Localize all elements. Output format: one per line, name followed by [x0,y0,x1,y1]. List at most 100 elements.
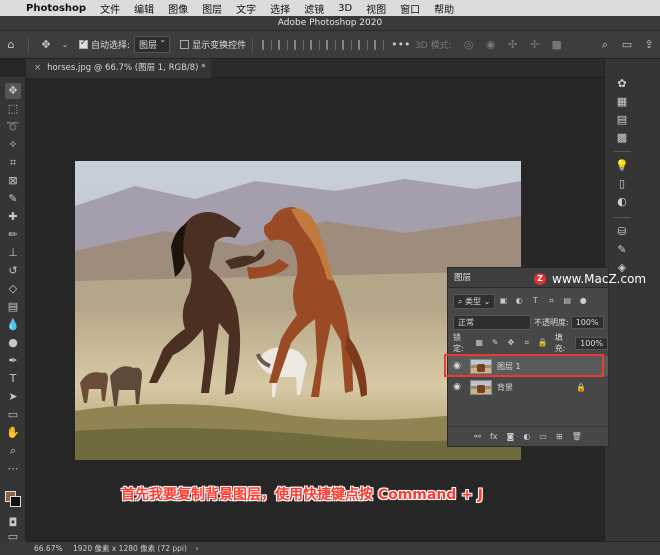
menu-type[interactable]: 文字 [229,1,263,16]
learn-panel-icon[interactable]: 💡 [615,159,629,173]
patterns-panel-icon[interactable]: ▩ [615,131,629,145]
app-menu[interactable]: Photoshop [22,3,93,14]
gradient-tool-icon[interactable]: ▤ [5,299,21,315]
align-middle-icon[interactable] [326,39,337,50]
eye-icon[interactable]: ◉ [448,382,466,392]
close-icon[interactable]: × [34,63,41,73]
libraries-panel-icon[interactable]: ▯ [615,177,629,191]
rectangle-tool-icon[interactable]: ▭ [5,407,21,423]
align-left-icon[interactable] [262,39,273,50]
align-right-icon[interactable] [294,39,305,50]
menu-layer[interactable]: 图层 [195,1,229,16]
filter-pixel-icon[interactable]: ▣ [498,296,508,306]
link-layers-icon[interactable]: ⚯ [474,432,481,441]
distribute-vertical-icon[interactable] [374,39,385,50]
scale-3d-icon[interactable]: ■ [550,38,564,52]
eyedropper-icon[interactable]: ✎ [5,191,21,207]
slide-3d-icon[interactable]: ✢ [528,38,542,52]
pan-3d-icon[interactable]: ✣ [506,38,520,52]
distribute-icon[interactable] [358,39,369,50]
zoom-level[interactable]: 66.67% [34,544,63,553]
layer-filter-dropdown[interactable]: ⌕ 类型 ⌄ [453,293,496,309]
eraser-tool-icon[interactable]: ◇ [5,281,21,297]
filter-toggle-icon[interactable]: ● [578,296,588,306]
auto-select-checkbox[interactable] [79,38,88,49]
pen-tool-icon[interactable]: ✒ [5,353,21,369]
screen-mode-icon[interactable]: ▭ [5,531,21,542]
filter-adjustment-icon[interactable]: ◐ [514,296,524,306]
align-top-icon[interactable] [310,39,321,50]
dodge-tool-icon[interactable]: ● [5,335,21,351]
align-bottom-icon[interactable] [342,39,353,50]
more-options-icon[interactable]: ••• [391,38,410,52]
quick-mask-icon[interactable]: ◘ [5,515,21,531]
blur-tool-icon[interactable]: 💧 [5,317,21,333]
layer-row-background[interactable]: ◉ 背景 🔒 [448,377,608,397]
filter-shape-icon[interactable]: ⌗ [546,296,556,306]
align-center-icon[interactable] [278,39,289,50]
lock-artboard-icon[interactable]: ⌗ [522,338,532,348]
zoom-tool-icon[interactable]: ⌕ [5,443,21,459]
chevron-down-icon[interactable]: ⌄ [61,38,69,52]
paths-panel-icon[interactable]: ✎ [615,243,629,257]
lasso-tool-icon[interactable]: ➰ [5,119,21,135]
layer-filter-kind: 类型 [465,296,482,306]
adjustments-panel-icon[interactable]: ◐ [615,195,629,209]
menu-image[interactable]: 图像 [161,1,195,16]
divider [28,36,29,53]
filter-type-icon[interactable]: T [530,296,540,306]
more-tools-icon[interactable]: ⋯ [5,461,21,477]
menu-help[interactable]: 帮助 [427,1,461,16]
clone-stamp-icon[interactable]: ⊥ [5,245,21,261]
gradients-panel-icon[interactable]: ▤ [615,113,629,127]
healing-brush-icon[interactable]: ✚ [5,209,21,225]
menu-select[interactable]: 选择 [263,1,297,16]
lock-image-icon[interactable]: ✎ [490,338,500,348]
swatches-panel-icon[interactable]: ▦ [615,95,629,109]
layer-style-icon[interactable]: fx [490,432,498,441]
magic-wand-icon[interactable]: ✧ [5,137,21,153]
home-icon[interactable]: ⌂ [4,38,18,52]
document-tab[interactable]: × horses.jpg @ 66.7% (图层 1, RGB/8) * [26,59,211,78]
hand-tool-icon[interactable]: ✋ [5,425,21,441]
menu-view[interactable]: 视图 [359,1,393,16]
new-group-icon[interactable]: ▭ [539,432,547,441]
brush-tool-icon[interactable]: ✏ [5,227,21,243]
menu-edit[interactable]: 编辑 [127,1,161,16]
menu-window[interactable]: 窗口 [393,1,427,16]
move-tool-icon[interactable]: ✥ [39,38,53,52]
menu-file[interactable]: 文件 [93,1,127,16]
roll-3d-icon[interactable]: ◉ [484,38,498,52]
auto-select-dropdown[interactable]: 图层 [134,35,171,53]
filter-smart-icon[interactable]: ▤ [562,296,572,306]
channels-panel-icon[interactable]: ⛁ [615,225,629,239]
share-icon[interactable]: ⇪ [642,38,656,52]
color-panel-icon[interactable]: ✿ [615,77,629,91]
new-adjustment-icon[interactable]: ◐ [523,432,530,441]
move-tool-icon[interactable]: ✥ [5,83,21,99]
chevron-right-icon[interactable]: › [195,544,198,553]
delete-layer-icon[interactable]: 🗑 [572,432,582,441]
fill-field[interactable]: 100% [575,336,609,350]
lock-transparent-icon[interactable]: ▦ [474,338,484,348]
crop-tool-icon[interactable]: ⌗ [5,155,21,171]
watermark-logo: Z [534,272,546,285]
orbit-3d-icon[interactable]: ◎ [462,38,476,52]
new-layer-icon[interactable]: ⊞ [556,432,563,441]
history-brush-icon[interactable]: ↺ [5,263,21,279]
workspace-icon[interactable]: ▭ [620,38,634,52]
marquee-tool-icon[interactable]: ⬚ [5,101,21,117]
frame-tool-icon[interactable]: ⊠ [5,173,21,189]
blend-mode-dropdown[interactable]: 正常 [453,314,531,330]
lock-all-icon[interactable]: 🔒 [538,338,548,348]
menu-filter[interactable]: 滤镜 [297,1,331,16]
type-tool-icon[interactable]: T [5,371,21,387]
add-mask-icon[interactable]: ◙ [507,432,515,441]
show-transform-checkbox[interactable] [180,40,190,49]
divider [613,151,631,152]
menu-3d[interactable]: 3D [331,3,359,14]
opacity-field[interactable]: 100% [570,315,604,329]
search-icon[interactable]: ⌕ [598,38,612,52]
lock-position-icon[interactable]: ✥ [506,338,516,348]
path-select-icon[interactable]: ➤ [5,389,21,405]
